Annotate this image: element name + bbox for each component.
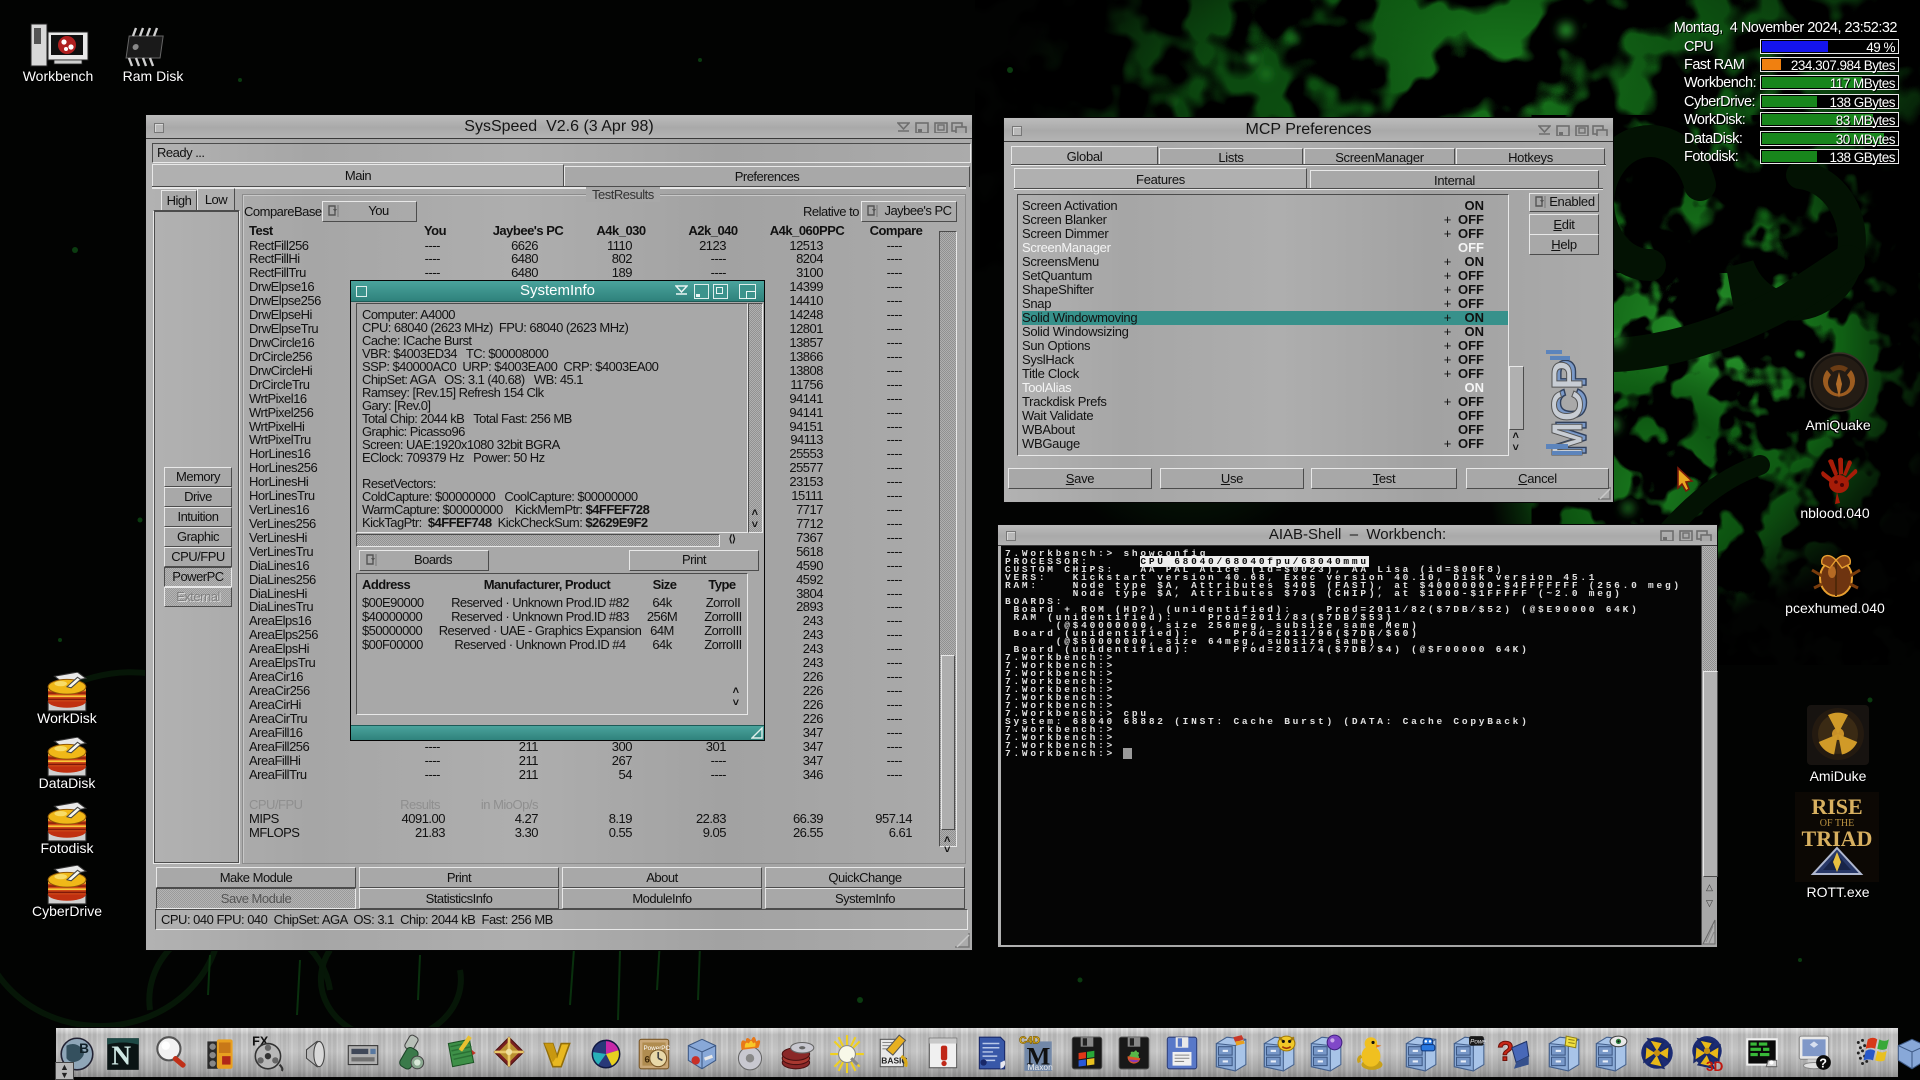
svg-text:?: ? (1819, 1057, 1827, 1071)
svg-text:PowerPC: PowerPC (1470, 1039, 1486, 1046)
svg-text:N: N (111, 1041, 131, 1071)
svg-text:6: 6 (645, 1054, 650, 1065)
svg-text:?: ? (1497, 1035, 1514, 1066)
svg-text:Maxon: Maxon (1028, 1062, 1054, 1072)
svg-text:MCP: MCP (1544, 361, 1592, 458)
svg-text:B: B (79, 1041, 89, 1056)
svg-text:RISE: RISE (1811, 794, 1862, 819)
svg-text:3D: 3D (1706, 1059, 1724, 1073)
